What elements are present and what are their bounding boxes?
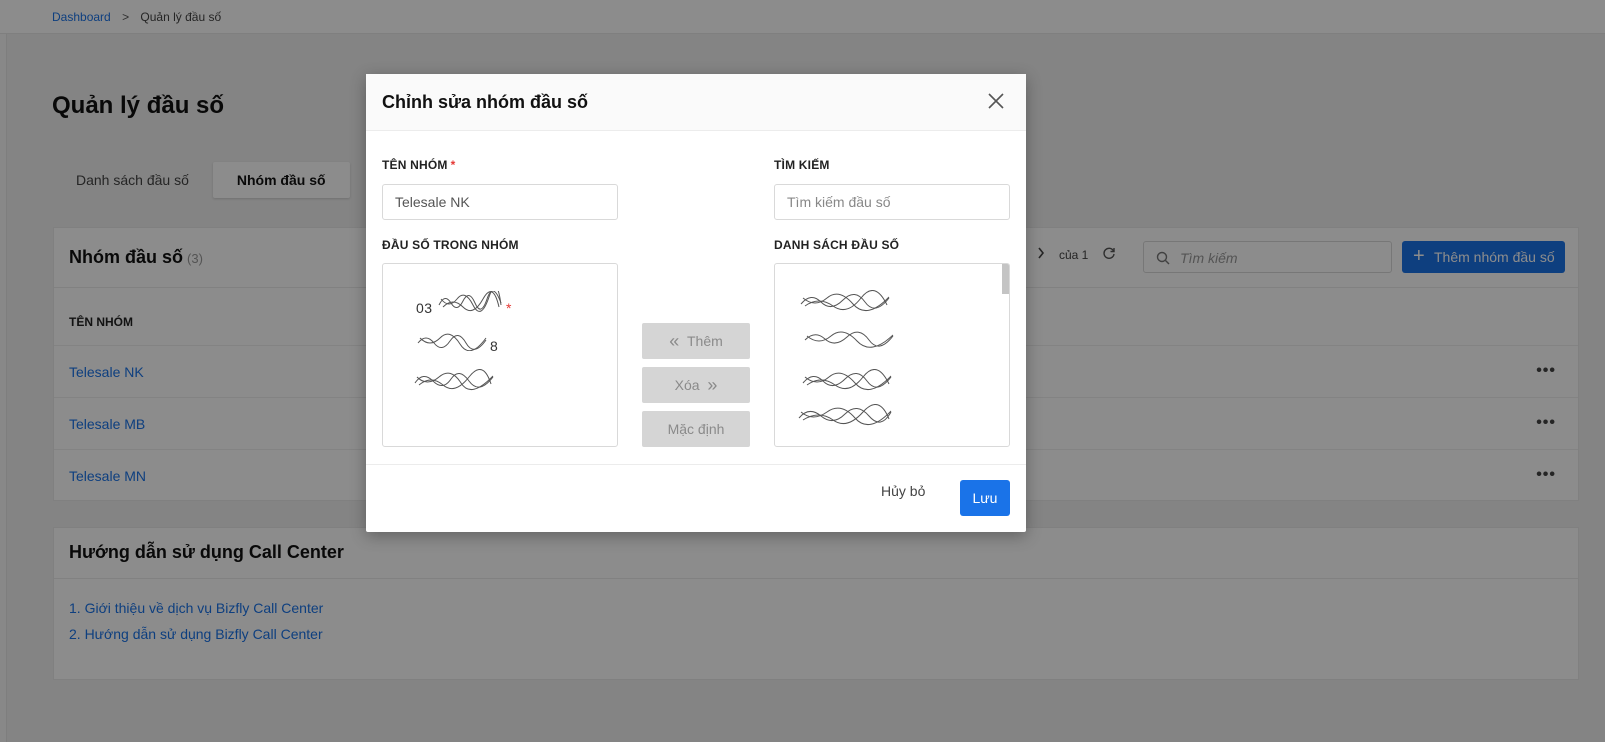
save-button[interactable]: Lưu (960, 480, 1010, 516)
group-name-label-text: TÊN NHÓM (382, 158, 448, 172)
add-number-button[interactable]: « Thêm (642, 323, 750, 359)
list-item[interactable] (413, 369, 495, 394)
in-group-number-suffix: 8 (490, 338, 499, 354)
close-icon[interactable] (984, 89, 1008, 113)
add-number-label: Thêm (687, 333, 723, 349)
search-label: TÌM KIẾM (774, 158, 830, 172)
remove-number-button[interactable]: Xóa » (642, 367, 750, 403)
cancel-button[interactable]: Hủy bỏ (881, 483, 925, 499)
in-group-label: ĐẦU SỐ TRONG NHÓM (382, 238, 519, 252)
in-group-list[interactable]: 03 * 8 (382, 263, 618, 447)
redacted-number (438, 291, 502, 312)
group-name-label: TÊN NHÓM * (382, 158, 455, 172)
list-item[interactable]: 8 (416, 331, 498, 354)
redacted-number (417, 333, 487, 351)
redacted-number (802, 369, 892, 391)
required-marker: * (450, 158, 456, 172)
modal-title: Chỉnh sửa nhóm đầu số (382, 92, 589, 112)
default-marker: * (505, 300, 512, 316)
double-chevron-left-icon: « (669, 331, 680, 351)
edit-group-modal: Chỉnh sửa nhóm đầu số TÊN NHÓM * Telesale… (366, 74, 1026, 532)
list-item[interactable] (803, 327, 895, 354)
group-name-input[interactable]: Telesale NK (382, 184, 618, 220)
in-group-number-prefix: 03 (416, 300, 433, 316)
redacted-number (798, 404, 892, 426)
remove-number-label: Xóa (674, 377, 700, 393)
modal-footer-divider (366, 464, 1026, 465)
list-item[interactable] (801, 369, 893, 396)
double-chevron-right-icon: » (707, 375, 718, 395)
available-label: DANH SÁCH ĐẦU SỐ (774, 238, 900, 252)
redacted-number (800, 290, 890, 312)
redacted-number (414, 369, 494, 391)
modal-header: Chỉnh sửa nhóm đầu số (366, 74, 1026, 131)
redacted-number (804, 331, 894, 348)
scrollbar[interactable] (1002, 264, 1009, 294)
set-default-button[interactable]: Mặc định (642, 411, 750, 447)
list-item[interactable] (799, 290, 891, 317)
list-item[interactable] (797, 404, 893, 431)
number-search-input[interactable]: Tìm kiếm đầu số (774, 184, 1010, 220)
list-item[interactable]: 03 * (416, 291, 512, 316)
available-list[interactable] (774, 263, 1010, 447)
